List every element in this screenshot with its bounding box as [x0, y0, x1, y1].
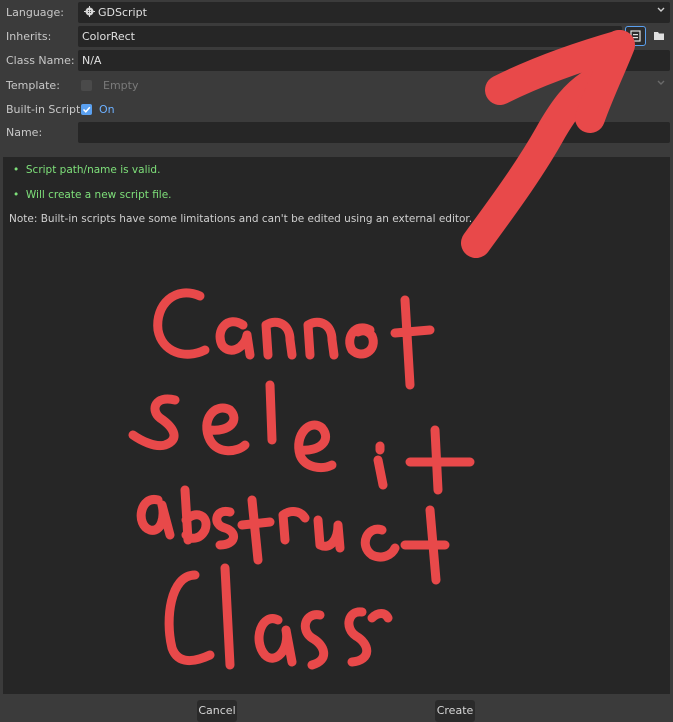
- template-select[interactable]: Empty: [78, 75, 670, 96]
- status-will-create: • Will create a new script file.: [13, 189, 172, 201]
- gdscript-icon: [84, 6, 95, 17]
- language-select[interactable]: GDScript: [78, 2, 670, 23]
- status-panel: • Script path/name is valid. • Will crea…: [3, 157, 670, 694]
- chevron-down-icon: [656, 5, 666, 15]
- status-will-create-text: Will create a new script file.: [25, 189, 172, 201]
- template-value: Empty: [103, 79, 139, 92]
- inherits-label: Inherits:: [6, 30, 52, 43]
- language-row: Language: GDScript: [0, 2, 673, 24]
- cancel-button[interactable]: Cancel: [197, 700, 237, 722]
- browse-file-button[interactable]: [649, 26, 670, 46]
- builtin-value: On: [99, 103, 115, 116]
- language-label: Language:: [6, 6, 64, 19]
- status-note: Note: Built-in scripts have some limitat…: [9, 213, 473, 225]
- class-name-row: Class Name: N/A: [0, 50, 673, 72]
- check-icon: [82, 106, 91, 113]
- class-name-label: Class Name:: [6, 54, 75, 67]
- chevron-down-icon: [656, 78, 666, 88]
- status-path-valid-text: Script path/name is valid.: [25, 164, 161, 176]
- select-class-button[interactable]: [625, 26, 646, 46]
- status-path-valid: • Script path/name is valid.: [13, 164, 161, 176]
- name-row: Name:: [0, 122, 673, 144]
- class-name-input[interactable]: N/A: [78, 50, 670, 71]
- name-label: Name:: [6, 126, 43, 139]
- builtin-checkbox[interactable]: [81, 104, 92, 115]
- language-value: GDScript: [98, 6, 147, 19]
- template-row: Template: Empty: [0, 75, 673, 97]
- folder-icon: [653, 30, 665, 44]
- create-button[interactable]: Create: [435, 700, 475, 722]
- inherits-row: Inherits: ColorRect: [0, 26, 673, 48]
- name-input[interactable]: [78, 122, 670, 143]
- inherits-value: ColorRect: [82, 30, 135, 43]
- builtin-row: Built-in Script: On: [0, 99, 673, 121]
- class-name-value: N/A: [82, 54, 102, 67]
- builtin-label: Built-in Script:: [6, 103, 85, 116]
- template-label: Template:: [6, 79, 60, 92]
- class-tree-icon: [630, 30, 642, 45]
- inherits-input[interactable]: ColorRect: [78, 26, 622, 47]
